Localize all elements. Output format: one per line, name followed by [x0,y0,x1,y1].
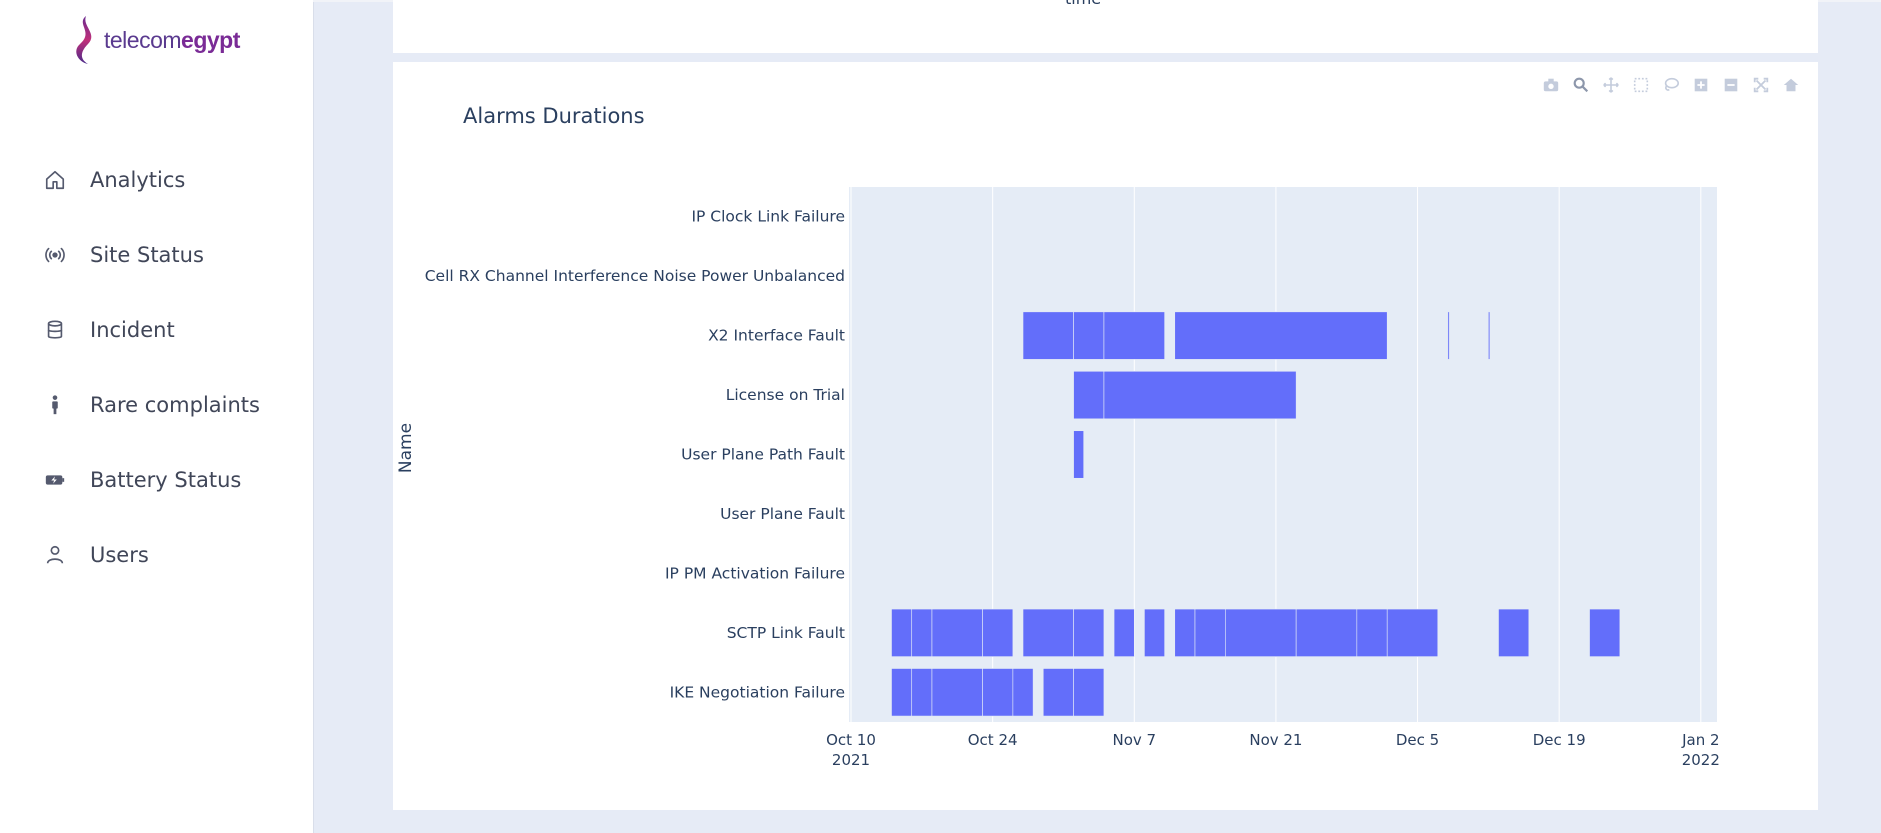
sidebar-item-incident[interactable]: Incident [0,292,313,367]
person-icon [42,392,68,418]
bar-sctp-link-fault[interactable] [1144,608,1165,657]
y-axis-title: Name [396,423,416,473]
sidebar-item-label: Site Status [90,242,204,267]
y-tick-label-license-on-trial: License on Trial [726,386,845,404]
x-tick-label: Nov 21 [1249,731,1302,749]
sidebar-item-label: Battery Status [90,467,242,492]
bar-sctp-link-fault[interactable] [931,608,983,657]
bar-sctp-link-fault[interactable] [891,608,913,657]
bar-sctp-link-fault[interactable] [1113,608,1135,657]
x-tick-label: Jan 2 [1681,731,1719,749]
telecom-egypt-logo[interactable]: telecomegypt [68,14,240,66]
bar-x2-interface-fault[interactable] [1103,311,1165,360]
sidebar: telecomegypt Analytics Site Status Incid… [0,0,314,833]
x-tick-label: Dec 19 [1533,731,1586,749]
home-icon [42,167,68,193]
bar-sctp-link-fault[interactable] [1022,608,1074,657]
x-tick-labels: Oct 10 2021 Oct 24 Nov 7 Nov 21 Dec 5 Dec 19 Ja… [826,731,1720,769]
sidebar-item-users[interactable]: Users [0,517,313,592]
logo-text-suffix: egypt [181,26,240,53]
y-tick-label-ike-negotiation-failure: IKE Negotiation Failure [670,683,845,701]
bar-x2-interface-fault[interactable] [1073,311,1105,360]
bar-x2-interface-fault[interactable] [1022,311,1074,360]
sidebar-item-analytics[interactable]: Analytics [0,142,313,217]
bar-ike-negotiation-failure[interactable] [891,668,913,717]
bar-ike-negotiation-failure[interactable] [911,668,933,717]
database-icon [42,317,68,343]
bar-sctp-link-fault[interactable] [1194,608,1226,657]
bar-sctp-link-fault[interactable] [1498,608,1530,657]
bar-sctp-link-fault[interactable] [1174,608,1196,657]
x-tick-label: Oct 10 [826,731,876,749]
bar-ike-negotiation-failure[interactable] [931,668,983,717]
y-tick-label-ip-clock-link-failure: IP Clock Link Failure [691,208,845,226]
logo-text-prefix: telecom [104,26,182,53]
bar-ike-negotiation-failure[interactable] [1042,668,1074,717]
user-icon [42,542,68,568]
bar-sctp-link-fault[interactable] [1073,608,1105,657]
y-tick-label-ip-pm-activation-failure: IP PM Activation Failure [665,564,845,582]
x-tick-label: Dec 5 [1396,731,1439,749]
sidebar-item-label: Analytics [90,167,186,192]
alarms-durations-chart[interactable]: IP Clock Link Failure Cell RX Channel Int… [393,62,1818,810]
bar-user-plane-path-fault[interactable] [1073,430,1085,479]
x-tick-sublabel: 2021 [832,751,870,769]
bar-sctp-link-fault[interactable] [1589,608,1621,657]
sidebar-item-label: Incident [90,317,175,342]
bar-sctp-link-fault[interactable] [1356,608,1388,657]
bar-license-on-trial[interactable] [1103,370,1297,420]
y-tick-label-sctp-link-fault: SCTP Link Fault [727,624,845,642]
bar-sctp-link-fault[interactable] [1386,608,1439,657]
bar-ike-negotiation-failure[interactable] [1073,668,1105,717]
battery-icon [42,467,68,493]
bar-x2-interface-fault[interactable] [1174,311,1388,360]
broadcast-icon [42,242,68,268]
bar-x2-interface-fault[interactable] [1447,311,1450,360]
logo-text: telecomegypt [104,27,240,54]
sidebar-nav: Analytics Site Status Incident Rare comp… [0,142,313,592]
bar-x2-interface-fault[interactable] [1488,311,1491,360]
bar-sctp-link-fault[interactable] [982,608,1014,657]
bar-sctp-link-fault[interactable] [911,608,933,657]
y-tick-labels: IP Clock Link Failure Cell RX Channel Int… [425,208,845,702]
alarms-durations-card: Alarms Durations IP Clock Link Failure Ce… [393,62,1818,810]
previous-chart-card: time [393,0,1818,53]
bar-ike-negotiation-failure[interactable] [982,668,1014,717]
x-tick-label: Oct 24 [968,731,1018,749]
sidebar-item-label: Users [90,542,149,567]
sidebar-item-battery-status[interactable]: Battery Status [0,442,313,517]
y-tick-label-user-plane-path-fault: User Plane Path Fault [681,446,845,464]
bar-sctp-link-fault[interactable] [1295,608,1358,657]
bar-license-on-trial[interactable] [1073,370,1105,420]
x-tick-label: Nov 7 [1112,731,1156,749]
sidebar-item-rare-complaints[interactable]: Rare complaints [0,367,313,442]
bar-sctp-link-fault[interactable] [1225,608,1297,657]
previous-chart-axis-label: time [1065,0,1101,8]
x-tick-sublabel: 2022 [1682,751,1720,769]
sidebar-item-label: Rare complaints [90,392,260,417]
bar-ike-negotiation-failure[interactable] [1012,668,1034,717]
sidebar-item-site-status[interactable]: Site Status [0,217,313,292]
y-tick-label-user-plane-fault: User Plane Fault [720,505,845,523]
y-tick-label-cell-rx-channel-interference-noise-power-unbalanced: Cell RX Channel Interference Noise Power… [425,267,845,285]
y-tick-label-x2-interface-fault: X2 Interface Fault [708,327,845,345]
logo-mark-icon [76,16,92,64]
